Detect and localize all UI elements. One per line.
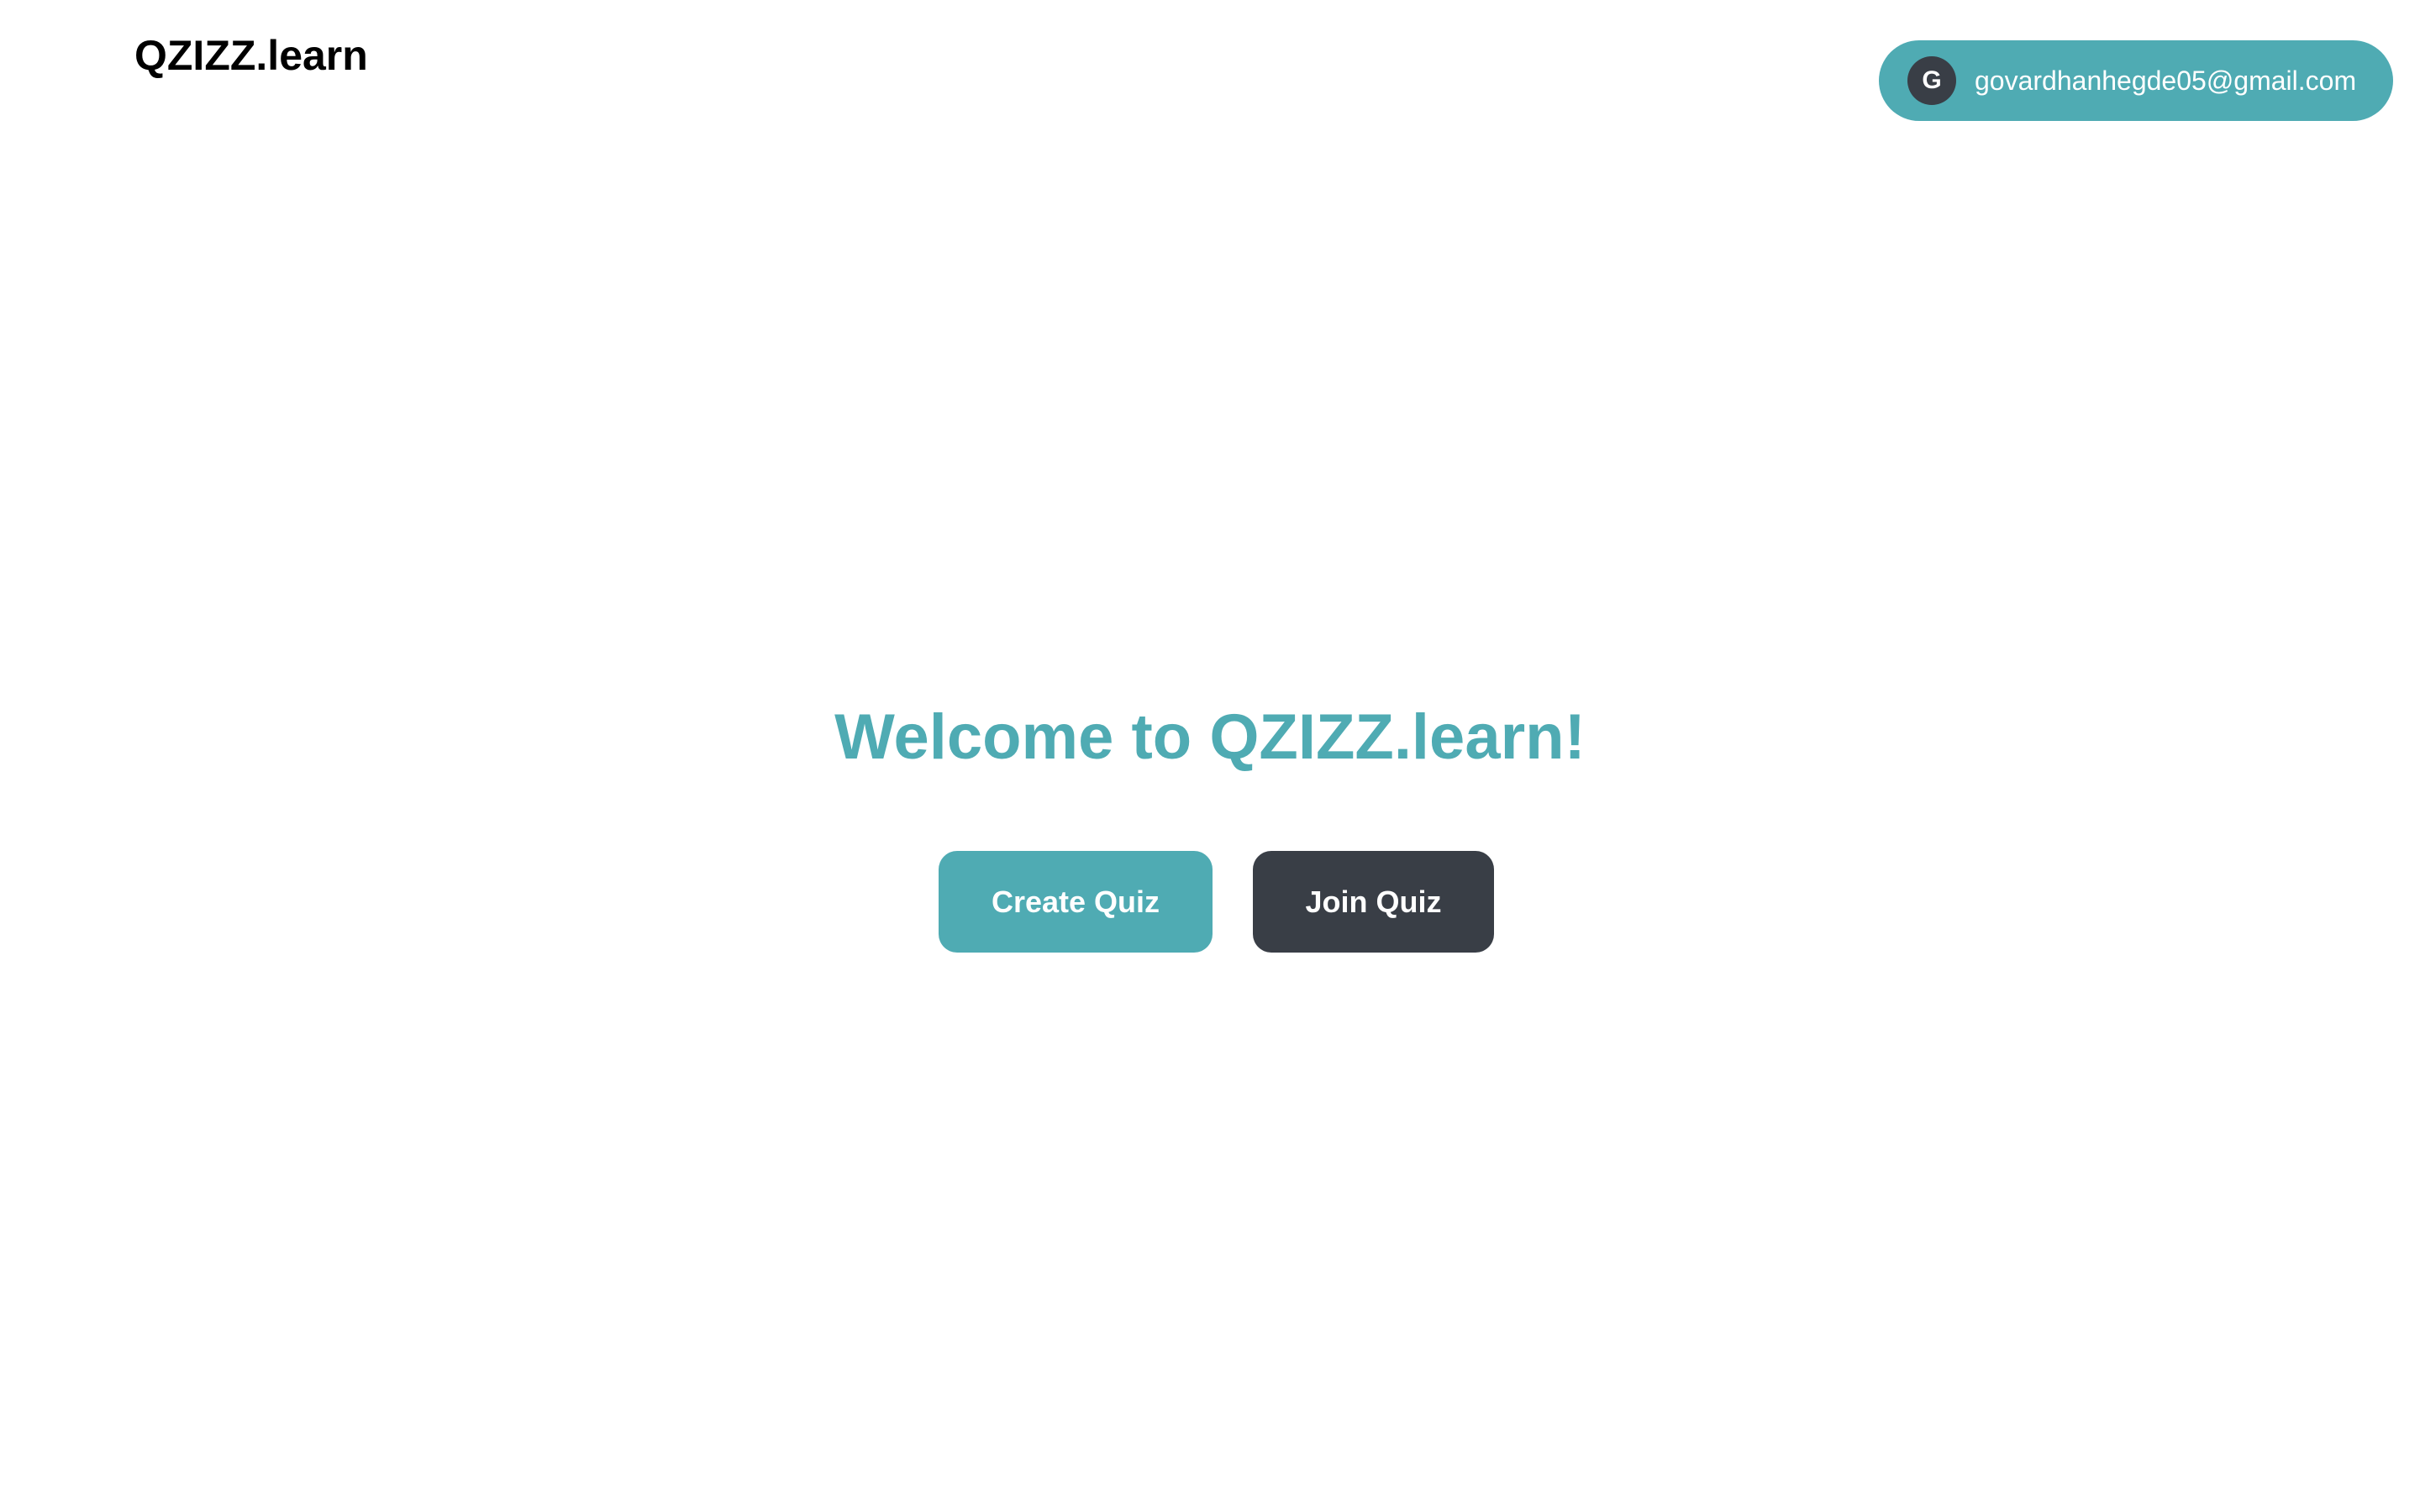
create-quiz-button[interactable]: Create Quiz xyxy=(939,851,1213,953)
user-avatar: G xyxy=(1907,56,1956,105)
join-quiz-button[interactable]: Join Quiz xyxy=(1253,851,1494,953)
user-email: govardhanhegde05@gmail.com xyxy=(1975,66,2357,96)
user-profile-button[interactable]: G govardhanhegde05@gmail.com xyxy=(1879,40,2393,121)
page: QZIZZ.learn G govardhanhegde05@gmail.com… xyxy=(0,0,2420,1512)
welcome-heading: Welcome to QZIZZ.learn! xyxy=(834,701,1586,773)
brand-logo[interactable]: QZIZZ.learn xyxy=(134,30,368,81)
